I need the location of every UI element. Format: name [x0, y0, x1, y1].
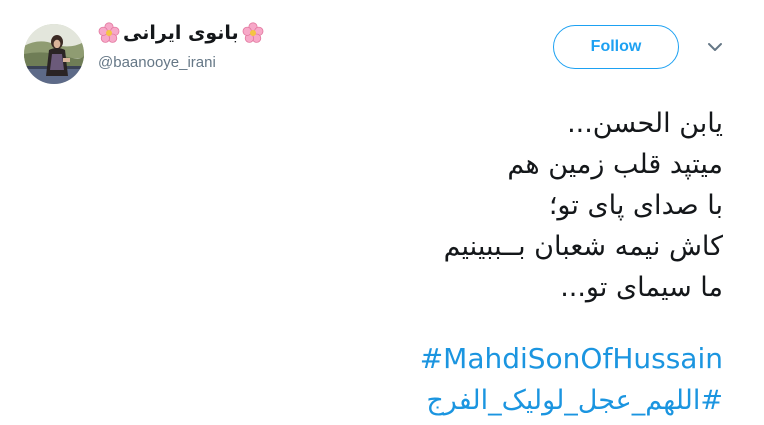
- tweet-line: کاش نیمه شعبان بــببینیم: [443, 231, 723, 262]
- avatar[interactable]: [24, 24, 84, 84]
- tweet-line: یابن الحسن...: [567, 108, 723, 139]
- chevron-down-icon[interactable]: [706, 40, 724, 54]
- tweet-line: میتپد قلب زمین هم: [507, 149, 723, 180]
- display-name[interactable]: بانوی ایرانی: [98, 18, 264, 48]
- tweet-line: ما سیمای تو...: [560, 272, 723, 303]
- hashtag-link[interactable]: #MahdiSonOfHussain: [43, 338, 723, 380]
- tweet-card: بانوی ایرانی @baanooye_irani Follow یابن…: [0, 0, 764, 425]
- tweet-line: با صدای پای تو؛: [548, 190, 723, 221]
- flower-icon: [242, 22, 264, 43]
- user-handle[interactable]: @baanooye_irani: [98, 54, 216, 71]
- display-name-text: بانوی ایرانی: [123, 22, 239, 44]
- avatar-image: [24, 24, 84, 84]
- flower-icon: [98, 22, 120, 43]
- hashtag-link[interactable]: #اللهم_عجل_لولیک_الفرج: [43, 380, 723, 422]
- tweet-text: یابن الحسن... میتپد قلب زمین هم با صدای …: [43, 103, 723, 308]
- hashtag-list: #MahdiSonOfHussain #اللهم_عجل_لولیک_الفر…: [43, 338, 723, 422]
- follow-button[interactable]: Follow: [553, 25, 679, 69]
